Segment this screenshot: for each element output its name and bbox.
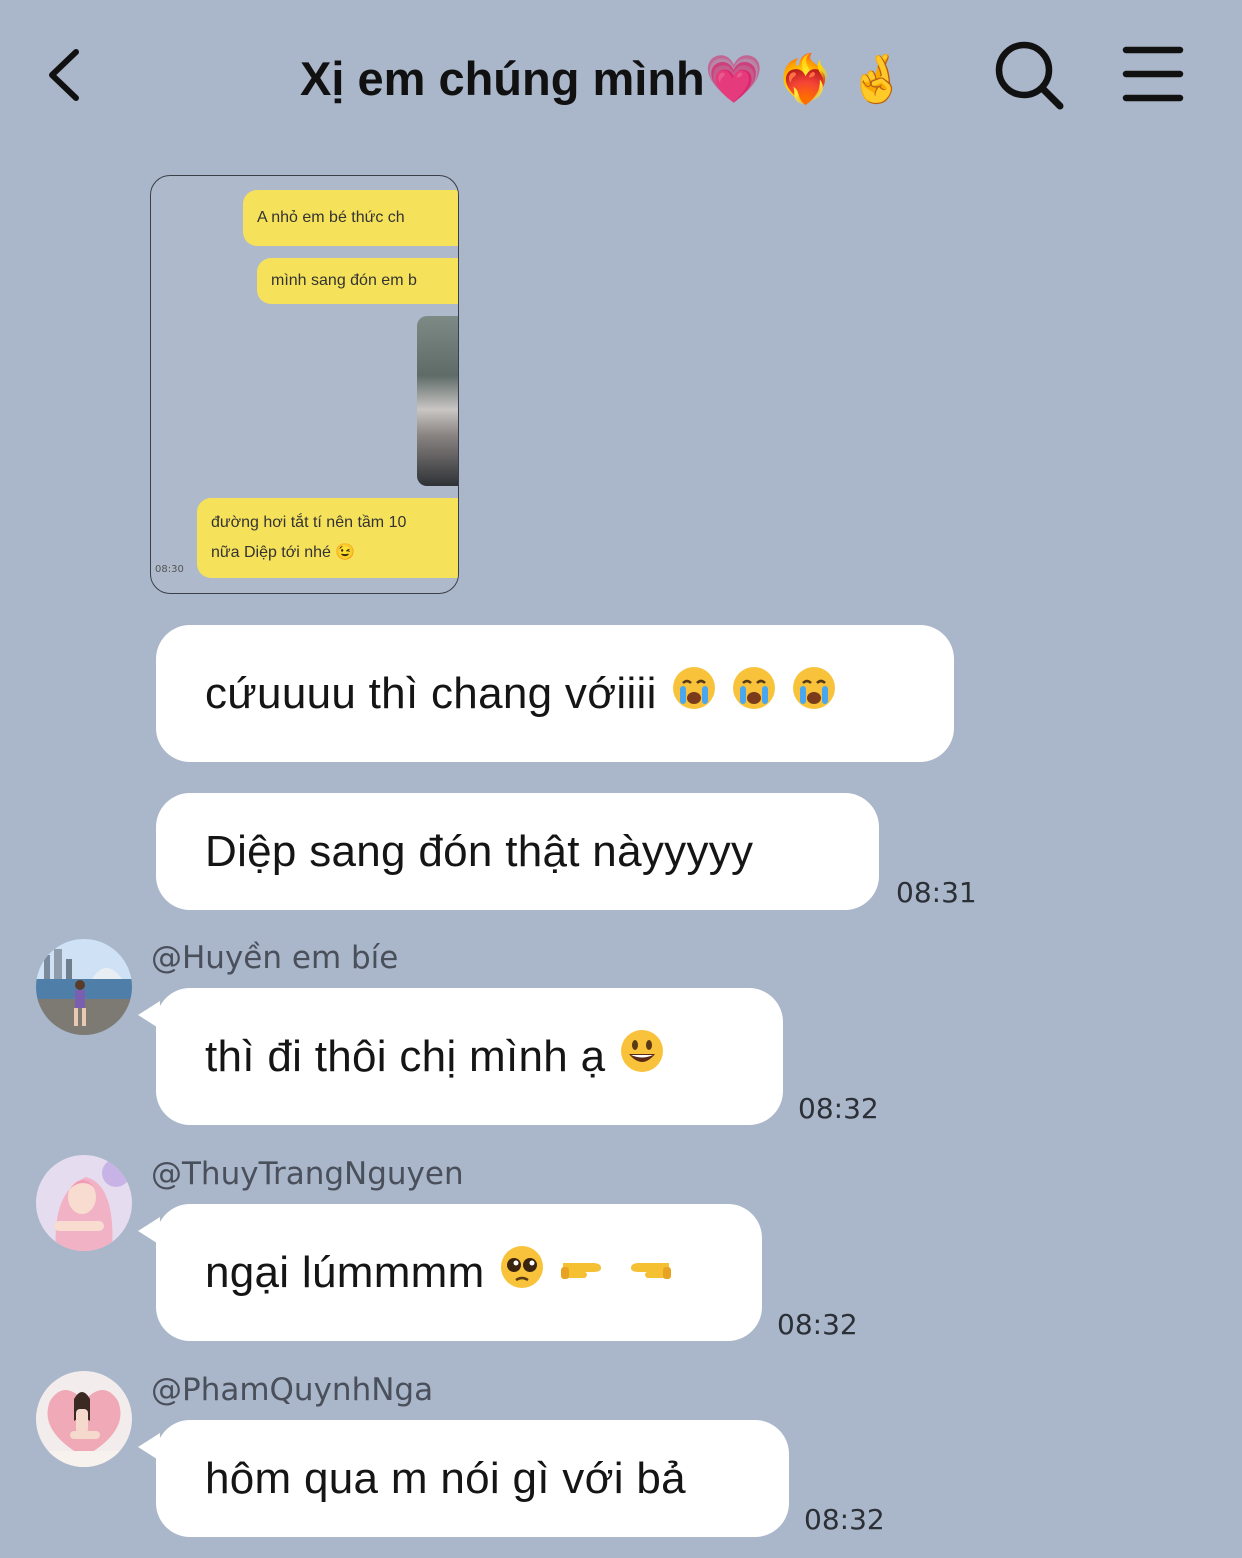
mini-bubble: mình sang đón em b (257, 258, 458, 304)
mini-photo (417, 316, 458, 486)
message-timestamp: 08:32 (804, 1503, 885, 1536)
sender-name: @PhamQuynhNga (151, 1372, 434, 1408)
mini-bubble-line: nữa Diệp tới nhé 😉 (211, 544, 356, 561)
back-button[interactable] (40, 44, 92, 106)
shared-image-message[interactable]: A nhỏ em bé thức ch mình sang đón em b đ… (150, 175, 459, 594)
message-timestamp: 08:32 (777, 1308, 858, 1341)
crying-face-icon (731, 665, 777, 722)
pointing-right-icon (559, 1247, 609, 1298)
sender-name: @ThuyTrangNguyen (151, 1156, 464, 1192)
pointing-left-icon (623, 1247, 673, 1298)
message-timestamp: 08:31 (896, 876, 977, 909)
avatar[interactable] (36, 1155, 132, 1251)
message-text: cứuuuu thì chang vớiiii (205, 668, 657, 718)
message-bubble[interactable]: Diệp sang đón thật nàyyyyy (156, 793, 879, 910)
message-timestamp: 08:32 (798, 1092, 879, 1125)
hamburger-menu-icon (1122, 46, 1184, 102)
message-bubble[interactable]: thì đi thôi chị mình ạ (156, 988, 783, 1125)
sender-name: @Huyền em bíe (151, 940, 399, 976)
message-text: ngại lúmmmm (205, 1247, 485, 1297)
avatar[interactable] (36, 1371, 132, 1467)
crying-face-icon (671, 665, 717, 722)
message-text: thì đi thôi chị mình ạ (205, 1031, 606, 1081)
chat-header: Xị em chúng mình💗 ❤️‍🔥 🤞 (0, 0, 1242, 150)
avatar[interactable] (36, 939, 132, 1035)
chat-title: Xị em chúng mình💗 ❤️‍🔥 🤞 (300, 52, 907, 105)
message-bubble[interactable]: ngại lúmmmm (156, 1204, 762, 1341)
search-button[interactable] (992, 38, 1068, 114)
crying-face-icon (791, 665, 837, 722)
pleading-face-icon (499, 1244, 545, 1301)
grinning-face-icon (619, 1028, 665, 1085)
message-text: hôm qua m nói gì với bả (205, 1453, 686, 1503)
mini-timestamp: 08:30 (155, 564, 184, 575)
mini-bubble: A nhỏ em bé thức ch (243, 190, 458, 246)
message-text: Diệp sang đón thật nàyyyyy (205, 826, 754, 876)
chevron-left-icon (49, 49, 79, 101)
menu-button[interactable] (1118, 42, 1188, 106)
mini-bubble-multiline: đường hơi tắt tí nên tầm 10 nữa Diệp tới… (197, 498, 458, 578)
search-icon (995, 41, 1064, 110)
message-bubble[interactable]: hôm qua m nói gì với bả (156, 1420, 789, 1537)
message-bubble[interactable]: cứuuuu thì chang vớiiii (156, 625, 954, 762)
mini-bubble-line: đường hơi tắt tí nên tầm 10 (211, 514, 407, 531)
